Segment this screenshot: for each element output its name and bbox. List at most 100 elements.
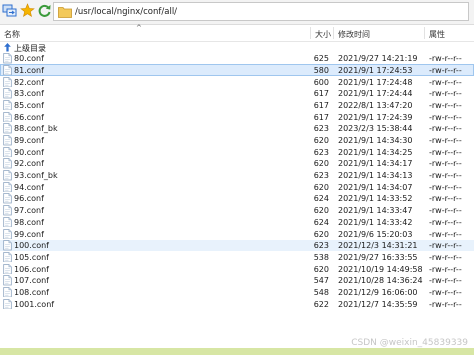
star-icon[interactable]	[20, 3, 35, 18]
address-bar[interactable]: /usr/local/nginx/conf/all/	[53, 2, 469, 21]
column-divider[interactable]	[333, 27, 334, 39]
file-row[interactable]: 81.conf 580 2021/9/1 17:24:53 -rw-r--r--	[0, 64, 474, 77]
column-name[interactable]: 名称	[4, 29, 20, 40]
file-permissions: -rw-r--r--	[429, 147, 462, 157]
file-modified-time: 2021/9/1 17:24:48	[338, 77, 413, 87]
watermark: CSDN @weixin_45839339	[351, 338, 468, 348]
file-size: 617	[313, 89, 329, 99]
file-modified-time: 2021/10/19 14:49:58	[338, 264, 423, 274]
file-row[interactable]: 94.conf 620 2021/9/1 14:34:07 -rw-r--r--	[0, 181, 474, 193]
column-divider[interactable]	[424, 27, 425, 39]
file-icon	[3, 251, 12, 263]
file-row[interactable]: 88.conf_bk 623 2023/2/3 15:38:44 -rw-r--r--	[0, 123, 474, 135]
file-permissions: -rw-r--r--	[429, 136, 462, 145]
parent-directory-row[interactable]: 上级目录	[0, 41, 474, 53]
file-permissions: -rw-r--r--	[429, 100, 462, 110]
file-row[interactable]: 96.conf 624 2021/9/1 14:33:52 -rw-r--r--	[0, 193, 474, 205]
file-permissions: -rw-r--r--	[429, 124, 462, 134]
file-name: 106.conf	[14, 264, 49, 274]
transfer-icon[interactable]	[2, 3, 17, 18]
file-icon	[3, 76, 12, 87]
address-path[interactable]: /usr/local/nginx/conf/all/	[75, 7, 177, 17]
file-permissions: -rw-r--r--	[429, 206, 462, 216]
file-row[interactable]: 1001.conf 622 2021/12/7 14:35:59 -rw-r--r--	[0, 298, 474, 310]
file-permissions: -rw-r--r--	[429, 159, 462, 169]
file-name: 100.conf	[14, 241, 49, 251]
file-row[interactable]: 108.conf 548 2021/12/9 16:06:00 -rw-r--r--	[0, 286, 474, 298]
file-modified-time: 2021/9/1 17:24:39	[338, 112, 413, 122]
file-icon	[3, 88, 12, 99]
file-row[interactable]: 105.conf 538 2021/9/27 16:33:55 -rw-r--r--	[0, 251, 474, 263]
file-permissions: -rw-r--r--	[429, 112, 462, 122]
file-size: 547	[313, 276, 329, 286]
file-row[interactable]: 86.conf 617 2021/9/1 17:24:39 -rw-r--r--	[0, 111, 474, 123]
column-permissions[interactable]: 属性	[429, 29, 445, 40]
file-icon	[3, 181, 12, 193]
file-name: 92.conf	[14, 159, 44, 169]
file-size: 600	[313, 77, 329, 87]
file-permissions: -rw-r--r--	[429, 54, 462, 64]
file-row[interactable]: 82.conf 600 2021/9/1 17:24:48 -rw-r--r--	[0, 76, 474, 88]
file-size: 580	[313, 65, 329, 75]
file-icon	[3, 193, 12, 204]
file-icon	[3, 228, 12, 239]
file-row[interactable]: 90.conf 623 2021/9/1 14:34:25 -rw-r--r--	[0, 146, 474, 158]
file-row[interactable]: 85.conf 617 2022/8/1 13:47:20 -rw-r--r--	[0, 99, 474, 111]
file-size: 625	[313, 54, 329, 64]
file-row[interactable]: 97.conf 620 2021/9/1 14:33:47 -rw-r--r--	[0, 205, 474, 217]
folder-icon	[58, 7, 72, 18]
file-size: 623	[313, 124, 329, 134]
file-row[interactable]: 98.conf 624 2021/9/1 14:33:42 -rw-r--r--	[0, 216, 474, 228]
file-name: 107.conf	[14, 276, 49, 286]
column-modified-time[interactable]: 修改时间	[338, 29, 370, 40]
toolbar: /usr/local/nginx/conf/all/	[0, 0, 474, 25]
refresh-icon[interactable]	[37, 3, 52, 18]
file-row[interactable]: 89.conf 620 2021/9/1 14:34:30 -rw-r--r--	[0, 135, 474, 147]
file-permissions: -rw-r--r--	[429, 229, 462, 239]
file-row[interactable]: 83.conf 617 2021/9/1 17:24:44 -rw-r--r--	[0, 88, 474, 100]
file-name: 97.conf	[14, 206, 44, 216]
file-size: 624	[313, 194, 329, 204]
file-permissions: -rw-r--r--	[429, 89, 462, 99]
file-size: 620	[313, 136, 329, 145]
file-size: 623	[313, 171, 329, 181]
file-size: 620	[313, 206, 329, 216]
up-arrow-icon	[4, 42, 11, 52]
column-divider[interactable]	[310, 27, 311, 39]
file-name: 98.conf	[14, 217, 44, 227]
file-name: 99.conf	[14, 229, 44, 239]
file-row[interactable]: 106.conf 620 2021/10/19 14:49:58 -rw-r--r--	[0, 263, 474, 275]
file-icon	[3, 53, 12, 64]
file-row[interactable]: 99.conf 620 2021/9/6 15:20:03 -rw-r--r--	[0, 228, 474, 240]
column-header: ^ 名称 大小 修改时间 属性	[0, 24, 474, 42]
file-row[interactable]: 80.conf 625 2021/9/27 14:21:19 -rw-r--r--	[0, 53, 474, 65]
file-name: 83.conf	[14, 89, 44, 99]
file-row[interactable]: 107.conf 547 2021/10/28 14:36:24 -rw-r--r--	[0, 275, 474, 287]
file-name: 85.conf	[14, 100, 44, 110]
file-size: 620	[313, 229, 329, 239]
file-permissions: -rw-r--r--	[429, 264, 462, 274]
file-row[interactable]: 92.conf 620 2021/9/1 14:34:17 -rw-r--r--	[0, 158, 474, 170]
file-modified-time: 2022/8/1 13:47:20	[338, 100, 413, 110]
file-permissions: -rw-r--r--	[429, 252, 462, 262]
file-modified-time: 2021/9/1 14:34:17	[338, 159, 413, 169]
file-icon	[3, 275, 12, 286]
file-row[interactable]: 100.conf 623 2021/12/3 14:31:21 -rw-r--r--	[0, 239, 474, 252]
file-icon	[3, 170, 12, 181]
file-modified-time: 2021/9/1 14:34:07	[338, 182, 413, 192]
column-size[interactable]: 大小	[315, 29, 331, 40]
file-modified-time: 2021/9/1 14:33:42	[338, 217, 413, 227]
file-modified-time: 2021/10/28 14:36:24	[338, 276, 423, 286]
file-name: 82.conf	[14, 77, 44, 87]
file-permissions: -rw-r--r--	[429, 171, 462, 181]
file-permissions: -rw-r--r--	[429, 65, 462, 75]
file-modified-time: 2021/9/1 14:33:47	[338, 206, 413, 216]
file-icon	[3, 123, 12, 134]
file-modified-time: 2021/9/1 14:33:52	[338, 194, 413, 204]
file-permissions: -rw-r--r--	[429, 194, 462, 204]
file-size: 620	[313, 264, 329, 274]
file-icon	[3, 216, 12, 228]
file-row[interactable]: 93.conf_bk 623 2021/9/1 14:34:13 -rw-r--r--	[0, 170, 474, 182]
file-modified-time: 2021/9/1 17:24:53	[338, 65, 413, 75]
file-permissions: -rw-r--r--	[429, 217, 462, 227]
